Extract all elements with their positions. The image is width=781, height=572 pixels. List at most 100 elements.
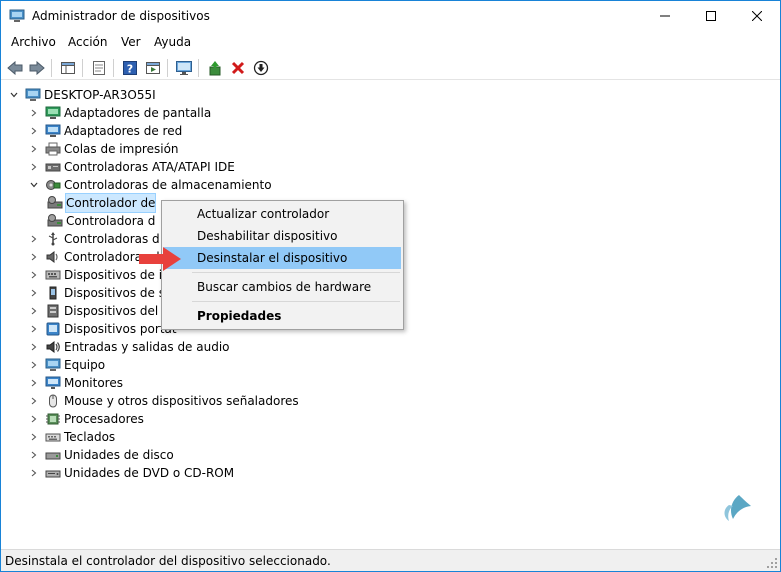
system-device-icon	[45, 303, 61, 319]
close-button[interactable]	[734, 1, 780, 31]
chevron-right-icon[interactable]	[29, 360, 39, 370]
forward-button[interactable]	[27, 58, 47, 78]
tree-item-label: Equipo	[64, 358, 106, 372]
print-queue-icon	[45, 141, 61, 157]
chevron-right-icon[interactable]	[29, 468, 39, 478]
tree-item-label: Unidades de DVD o CD-ROM	[64, 466, 235, 480]
back-icon	[7, 61, 23, 75]
chevron-right-icon[interactable]	[29, 252, 39, 262]
tree-category-item[interactable]: Adaptadores de pantalla	[29, 104, 211, 122]
tree-category-item[interactable]: Dispositivos del sis	[29, 302, 178, 320]
help-button[interactable]: ?	[120, 58, 140, 78]
storage-device-icon	[47, 195, 63, 211]
context-properties[interactable]: Propiedades	[164, 305, 401, 327]
chevron-right-icon[interactable]	[29, 306, 39, 316]
chevron-right-icon[interactable]	[29, 342, 39, 352]
monitor-icon	[45, 375, 61, 391]
chevron-right-icon[interactable]	[29, 144, 39, 154]
svg-text:?: ?	[127, 63, 133, 76]
tree-device-item[interactable]: Controlador de	[47, 193, 157, 213]
status-text: Desinstala el controlador del dispositiv…	[5, 554, 331, 568]
computer-icon	[45, 357, 61, 373]
chevron-right-icon[interactable]	[29, 234, 39, 244]
tree-category-item[interactable]: Mouse y otros dispositivos señaladores	[29, 392, 299, 410]
chevron-right-icon[interactable]	[29, 414, 39, 424]
disk-drive-icon	[45, 447, 61, 463]
device-manager-app-icon	[9, 9, 25, 23]
tree-device-item[interactable]: Controladora d	[47, 212, 155, 230]
minimize-icon	[660, 15, 670, 17]
properties-icon	[93, 61, 105, 75]
context-update-driver[interactable]: Actualizar controlador	[164, 203, 401, 225]
menu-archivo[interactable]: Archivo	[11, 35, 56, 49]
chevron-right-icon[interactable]	[29, 396, 39, 406]
chevron-right-icon[interactable]	[29, 432, 39, 442]
storage-controller-icon	[45, 177, 61, 193]
portable-device-icon	[45, 321, 61, 337]
tree-category-item[interactable]: Teclados	[29, 428, 115, 446]
chevron-right-icon[interactable]	[29, 108, 39, 118]
tree-category-item[interactable]: Controladoras ATA/ATAPI IDE	[29, 158, 235, 176]
tree-category-item[interactable]: Dispositivos portát	[29, 320, 177, 338]
tree-root[interactable]: DESKTOP-AR3O55I	[9, 86, 156, 104]
tree-category-item[interactable]: Dispositivos de sof	[29, 284, 177, 302]
menu-bar: Archivo Acción Ver Ayuda	[1, 33, 780, 53]
tree-category-item[interactable]: Controladoras de almacenamiento	[29, 176, 272, 194]
scan-hardware-button[interactable]	[174, 58, 194, 78]
tree-item-label: Controlador de	[64, 193, 157, 213]
dvd-drive-icon	[45, 465, 61, 481]
context-separator	[192, 301, 400, 302]
title-bar[interactable]: Administrador de dispositivos	[1, 1, 780, 32]
tree-item-label: Adaptadores de pantalla	[64, 106, 212, 120]
tree-category-item[interactable]: Controladoras d	[29, 230, 160, 248]
properties-button[interactable]	[89, 58, 109, 78]
tree-item-label: Controladoras ATA/ATAPI IDE	[64, 160, 235, 174]
storage-device-icon	[47, 213, 63, 229]
chevron-right-icon[interactable]	[29, 288, 39, 298]
chevron-down-icon[interactable]	[29, 180, 39, 190]
menu-ver[interactable]: Ver	[121, 35, 141, 49]
tree-category-item[interactable]: Entradas y salidas de audio	[29, 338, 230, 356]
uninstall-button[interactable]	[228, 58, 248, 78]
chevron-right-icon[interactable]	[29, 126, 39, 136]
tree-item-label: Procesadores	[64, 412, 144, 426]
context-uninstall-device[interactable]: Desinstalar el dispositivo	[164, 247, 401, 269]
processor-icon	[45, 411, 61, 427]
context-scan-hardware[interactable]: Buscar cambios de hardware	[164, 276, 401, 298]
forward-icon	[29, 61, 45, 75]
tree-category-item[interactable]: Unidades de DVD o CD-ROM	[29, 464, 234, 482]
tree-category-item[interactable]: Equipo	[29, 356, 105, 374]
show-hide-tree-icon	[61, 62, 75, 74]
menu-accion[interactable]: Acción	[68, 35, 107, 49]
tree-category-item[interactable]: Adaptadores de red	[29, 122, 182, 140]
tree-item-label: Mouse y otros dispositivos señaladores	[64, 394, 299, 408]
show-hide-tree-button[interactable]	[58, 58, 78, 78]
minimize-button[interactable]	[642, 1, 688, 31]
annotation-arrow-icon	[139, 247, 181, 271]
chevron-right-icon[interactable]	[29, 450, 39, 460]
tree-category-item[interactable]: Colas de impresión	[29, 140, 179, 158]
keyboard-icon	[45, 429, 61, 445]
chevron-down-icon[interactable]	[9, 90, 19, 100]
software-device-icon	[45, 285, 61, 301]
back-button[interactable]	[5, 58, 25, 78]
action-icon	[146, 62, 160, 74]
usb-controller-icon	[45, 231, 61, 247]
display-adapter-icon	[45, 105, 61, 121]
maximize-button[interactable]	[688, 1, 734, 31]
chevron-right-icon[interactable]	[29, 378, 39, 388]
chevron-right-icon[interactable]	[29, 324, 39, 334]
action-button[interactable]	[143, 58, 163, 78]
tree-category-item[interactable]: Procesadores	[29, 410, 144, 428]
context-item-label: Propiedades	[197, 309, 282, 323]
chevron-right-icon[interactable]	[29, 162, 39, 172]
disable-button[interactable]	[251, 58, 271, 78]
menu-ayuda[interactable]: Ayuda	[154, 35, 191, 49]
chevron-right-icon[interactable]	[29, 270, 39, 280]
status-bar: Desinstala el controlador del dispositiv…	[1, 549, 780, 571]
context-disable-device[interactable]: Deshabilitar dispositivo	[164, 225, 401, 247]
context-menu: Actualizar controlador Deshabilitar disp…	[161, 200, 404, 330]
tree-category-item[interactable]: Monitores	[29, 374, 123, 392]
update-driver-button[interactable]	[205, 58, 225, 78]
tree-category-item[interactable]: Unidades de disco	[29, 446, 174, 464]
